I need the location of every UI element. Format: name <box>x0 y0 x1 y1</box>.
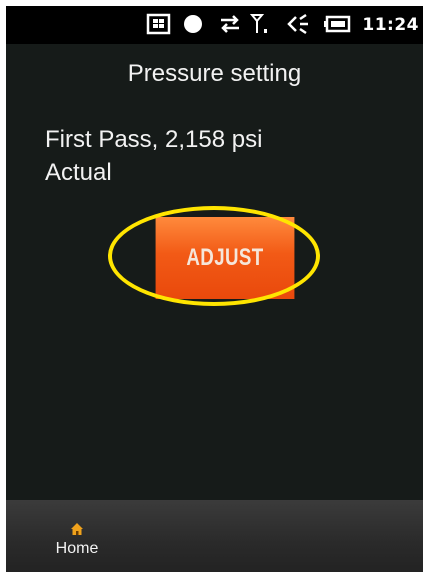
pressure-value-text: First Pass, 2,158 psi <box>45 126 263 153</box>
home-softkey-button[interactable]: Home <box>44 512 116 564</box>
data-sync-icon <box>221 15 239 33</box>
bottom-menu-bar: Home <box>6 500 423 572</box>
record-dot-icon <box>184 15 202 33</box>
volume-icon[interactable] <box>286 13 312 35</box>
clock-time: 11:24 <box>362 15 419 35</box>
windows-start-icon[interactable] <box>146 13 172 35</box>
home-label: Home <box>55 540 99 557</box>
pressure-mode-text: Actual <box>45 159 112 186</box>
page-title: Pressure setting <box>127 60 302 87</box>
battery-icon <box>324 15 351 33</box>
status-bar: 11:24 <box>6 6 423 44</box>
device-frame: 11:24 Pressure setting First Pass, 2,158… <box>6 6 423 572</box>
main-screen: Pressure setting First Pass, 2,158 psi A… <box>6 44 423 500</box>
adjust-button[interactable]: ADJUST <box>155 217 295 299</box>
signal-icon <box>250 14 267 33</box>
home-icon <box>71 523 83 535</box>
